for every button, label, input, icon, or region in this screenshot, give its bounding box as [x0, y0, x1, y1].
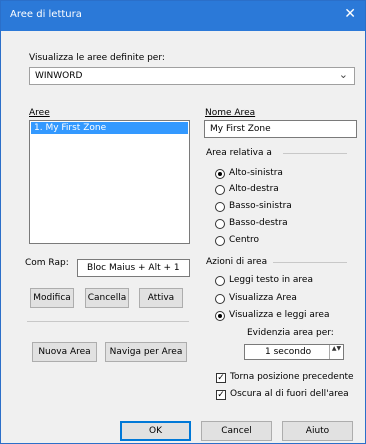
- radio-label: Visualizza e leggi area: [229, 310, 330, 320]
- close-icon[interactable]: ✕: [344, 6, 356, 22]
- title-bar: Aree di lettura ✕: [1, 1, 365, 31]
- radio-visualizza-area[interactable]: [215, 294, 225, 304]
- radio-alto-sinistra[interactable]: [215, 169, 225, 179]
- radio-label: Centro: [229, 235, 260, 245]
- radio-leggi-testo[interactable]: [215, 276, 225, 286]
- radio-visualizza-leggi[interactable]: [215, 311, 225, 321]
- list-item[interactable]: 1. My First Zone: [31, 122, 188, 134]
- radio-label: Alto-sinistra: [229, 168, 283, 178]
- group-divider: [283, 153, 347, 154]
- checkbox-label: Torna posizione precedente: [230, 372, 354, 382]
- highlight-label: Evidenzia area per:: [247, 328, 334, 338]
- hotkey-label: Com Rap:: [25, 258, 69, 268]
- activate-button[interactable]: Attiva: [139, 288, 183, 308]
- highlight-duration-spinner[interactable]: 1 secondo ▲▼: [244, 344, 344, 360]
- spinner-arrows-icon[interactable]: ▲▼: [329, 345, 343, 359]
- radio-label: Basso-destra: [229, 218, 288, 228]
- chevron-down-icon[interactable]: ⌄: [339, 68, 348, 81]
- areas-list[interactable]: 1. My First Zone: [29, 120, 190, 244]
- radio-label: Alto-destra: [229, 184, 279, 194]
- radio-alto-destra[interactable]: [215, 185, 225, 195]
- actions-group-label: Azioni di area: [206, 257, 268, 267]
- program-select[interactable]: WINWORD ⌄: [29, 67, 355, 85]
- area-name-field[interactable]: My First Zone: [204, 120, 357, 138]
- program-select-value: WINWORD: [35, 71, 83, 81]
- new-area-button[interactable]: Nuova Area: [32, 342, 97, 362]
- window-title: Aree di lettura: [10, 9, 82, 20]
- darken-outside-checkbox[interactable]: ✓: [216, 390, 226, 400]
- spinner-value: 1 secondo: [265, 347, 312, 357]
- radio-centro[interactable]: [215, 236, 225, 246]
- hotkey-field[interactable]: Bloc Maius + Alt + 1: [77, 259, 190, 277]
- dialog-window: Aree di lettura ✕ Visualizza le aree def…: [0, 0, 366, 444]
- radio-label: Leggi testo in area: [229, 275, 313, 285]
- help-button[interactable]: Aiuto: [282, 421, 353, 441]
- radio-basso-sinistra[interactable]: [215, 202, 225, 212]
- define-for-label: Visualizza le aree definite per:: [29, 53, 165, 63]
- delete-button[interactable]: Cancella: [85, 288, 129, 308]
- divider: [27, 321, 189, 322]
- relative-group-label: Area relativa a: [206, 148, 272, 158]
- cancel-button[interactable]: Cancel: [201, 421, 272, 441]
- areas-label: Aree: [29, 108, 50, 118]
- radio-basso-destra[interactable]: [215, 219, 225, 229]
- return-position-checkbox[interactable]: ✓: [216, 373, 226, 383]
- modify-button[interactable]: Modifica: [30, 288, 74, 308]
- group-divider: [273, 262, 347, 263]
- radio-label: Basso-sinistra: [229, 201, 292, 211]
- checkbox-label: Oscura al di fuori dell'area: [230, 389, 349, 399]
- ok-button[interactable]: OK: [120, 421, 191, 441]
- navigate-area-button[interactable]: Naviga per Area: [105, 342, 187, 362]
- radio-label: Visualizza Area: [229, 293, 297, 303]
- area-name-label: Nome Area: [205, 108, 256, 118]
